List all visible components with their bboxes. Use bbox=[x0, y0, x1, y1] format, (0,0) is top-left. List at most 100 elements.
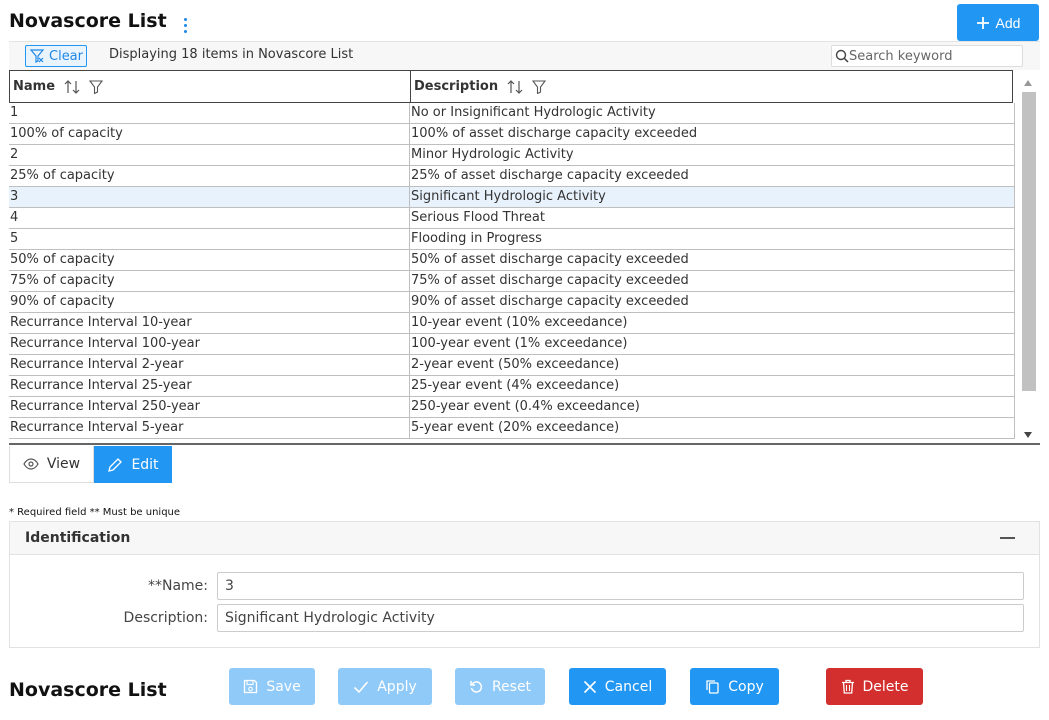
cell-name: Recurrance Interval 25-year bbox=[9, 376, 410, 396]
cell-name: Recurrance Interval 10-year bbox=[9, 313, 410, 333]
delete-button[interactable]: Delete bbox=[826, 668, 923, 705]
cell-description: 75% of asset discharge capacity exceeded bbox=[410, 271, 1015, 291]
data-grid: Name Description 1 No or Insignificant Hy… bbox=[9, 70, 1040, 445]
search-icon bbox=[835, 49, 849, 63]
add-button[interactable]: Add bbox=[957, 4, 1039, 41]
table-row[interactable]: Recurrance Interval 25-year 25-year event… bbox=[9, 376, 1015, 397]
save-icon bbox=[244, 679, 258, 694]
table-row[interactable]: 90% of capacity 90% of asset discharge ca… bbox=[9, 292, 1015, 313]
cell-description: Flooding in Progress bbox=[410, 229, 1015, 249]
cell-name: Recurrance Interval 2-year bbox=[9, 355, 410, 375]
cell-description: Minor Hydrologic Activity bbox=[410, 145, 1015, 165]
apply-button[interactable]: Apply bbox=[338, 668, 432, 705]
more-options-icon[interactable] bbox=[181, 14, 191, 36]
add-button-label: Add bbox=[995, 14, 1021, 31]
close-icon bbox=[583, 680, 596, 693]
cell-name: Recurrance Interval 250-year bbox=[9, 397, 410, 417]
table-row[interactable]: Recurrance Interval 250-year 250-year eve… bbox=[9, 397, 1015, 418]
cell-name: 5 bbox=[9, 229, 410, 249]
view-button[interactable]: View bbox=[9, 446, 94, 483]
save-label: Save bbox=[266, 678, 301, 695]
table-row[interactable]: Recurrance Interval 100-year 100-year eve… bbox=[9, 334, 1015, 355]
panel-header[interactable]: Identification bbox=[10, 522, 1039, 555]
item-count-text: Displaying 18 items in Novascore List bbox=[109, 47, 354, 62]
filter-icon[interactable] bbox=[532, 79, 547, 94]
search-input[interactable] bbox=[849, 47, 1019, 65]
scroll-down-icon[interactable] bbox=[1024, 432, 1032, 438]
cell-description: Significant Hydrologic Activity bbox=[410, 187, 1015, 207]
mode-tabs: View Edit bbox=[9, 446, 172, 483]
cancel-label: Cancel bbox=[604, 678, 653, 695]
description-label: Description: bbox=[123, 610, 208, 626]
cell-description: 50% of asset discharge capacity exceeded bbox=[410, 250, 1015, 270]
cell-name: 100% of capacity bbox=[9, 124, 410, 144]
filter-clear-icon bbox=[29, 49, 45, 63]
required-note: * Required field ** Must be unique bbox=[9, 507, 181, 518]
table-row[interactable]: 3 Significant Hydrologic Activity bbox=[9, 187, 1015, 208]
trash-icon bbox=[841, 679, 854, 694]
sort-icon[interactable] bbox=[506, 79, 524, 95]
copy-label: Copy bbox=[728, 678, 764, 695]
copy-icon bbox=[706, 680, 719, 694]
delete-label: Delete bbox=[862, 678, 909, 695]
cell-name: 2 bbox=[9, 145, 410, 165]
cell-description: 10-year event (10% exceedance) bbox=[410, 313, 1015, 333]
description-row: Description: bbox=[10, 604, 1039, 632]
scroll-thumb[interactable] bbox=[1022, 92, 1036, 391]
cell-name: 75% of capacity bbox=[9, 271, 410, 291]
panel-title: Identification bbox=[25, 530, 131, 546]
column-header-name[interactable]: Name bbox=[10, 71, 411, 102]
cancel-button[interactable]: Cancel bbox=[569, 668, 666, 705]
table-row[interactable]: 5 Flooding in Progress bbox=[9, 229, 1015, 250]
description-field[interactable] bbox=[217, 604, 1024, 632]
identification-panel: Identification **Name: Description: bbox=[9, 521, 1040, 648]
cell-name: 90% of capacity bbox=[9, 292, 410, 312]
table-row[interactable]: 4 Serious Flood Threat bbox=[9, 208, 1015, 229]
cell-description: Serious Flood Threat bbox=[410, 208, 1015, 228]
cell-description: 90% of asset discharge capacity exceeded bbox=[410, 292, 1015, 312]
name-field[interactable] bbox=[217, 572, 1024, 600]
grid-header: Name Description bbox=[9, 70, 1013, 103]
footer-title: Novascore List bbox=[9, 679, 167, 701]
scroll-up-icon[interactable] bbox=[1024, 80, 1032, 86]
reset-label: Reset bbox=[491, 678, 532, 695]
cell-description: 5-year event (20% exceedance) bbox=[410, 418, 1015, 438]
pencil-icon bbox=[108, 457, 123, 472]
edit-label: Edit bbox=[131, 456, 159, 473]
table-row[interactable]: 25% of capacity 25% of asset discharge ca… bbox=[9, 166, 1015, 187]
column-header-description[interactable]: Description bbox=[411, 71, 1012, 102]
grid-toolbar: Clear Displaying 18 items in Novascore L… bbox=[9, 41, 1040, 70]
collapse-icon[interactable] bbox=[1000, 537, 1015, 539]
save-button[interactable]: Save bbox=[229, 668, 315, 705]
undo-icon bbox=[470, 681, 483, 693]
cell-description: 100% of asset discharge capacity exceede… bbox=[410, 124, 1015, 144]
table-row[interactable]: Recurrance Interval 10-year 10-year event… bbox=[9, 313, 1015, 334]
copy-button[interactable]: Copy bbox=[690, 668, 779, 705]
table-row[interactable]: 50% of capacity 50% of asset discharge ca… bbox=[9, 250, 1015, 271]
sort-icon[interactable] bbox=[63, 79, 81, 95]
search-box bbox=[831, 45, 1023, 67]
table-row[interactable]: 1 No or Insignificant Hydrologic Activity bbox=[9, 103, 1015, 124]
table-row[interactable]: Recurrance Interval 5-year 5-year event (… bbox=[9, 418, 1015, 439]
table-row[interactable]: 100% of capacity 100% of asset discharge … bbox=[9, 124, 1015, 145]
grid-scrollbar[interactable] bbox=[1021, 75, 1037, 442]
cell-description: No or Insignificant Hydrologic Activity bbox=[410, 103, 1015, 123]
edit-button[interactable]: Edit bbox=[94, 446, 172, 483]
check-icon bbox=[354, 680, 369, 693]
apply-label: Apply bbox=[377, 678, 417, 695]
column-header-label: Name bbox=[13, 79, 56, 94]
plus-icon bbox=[976, 16, 989, 29]
table-row[interactable]: Recurrance Interval 2-year 2-year event (… bbox=[9, 355, 1015, 376]
cell-name: 4 bbox=[9, 208, 410, 228]
cell-description: 100-year event (1% exceedance) bbox=[410, 334, 1015, 354]
eye-icon bbox=[23, 458, 39, 470]
table-row[interactable]: 2 Minor Hydrologic Activity bbox=[9, 145, 1015, 166]
cell-description: 250-year event (0.4% exceedance) bbox=[410, 397, 1015, 417]
filter-icon[interactable] bbox=[89, 79, 104, 94]
name-row: **Name: bbox=[10, 572, 1039, 600]
grid-body: 1 No or Insignificant Hydrologic Activity… bbox=[9, 103, 1015, 439]
table-row[interactable]: 75% of capacity 75% of asset discharge ca… bbox=[9, 271, 1015, 292]
view-label: View bbox=[46, 456, 81, 472]
clear-filter-button[interactable]: Clear bbox=[25, 45, 87, 67]
reset-button[interactable]: Reset bbox=[455, 668, 545, 705]
